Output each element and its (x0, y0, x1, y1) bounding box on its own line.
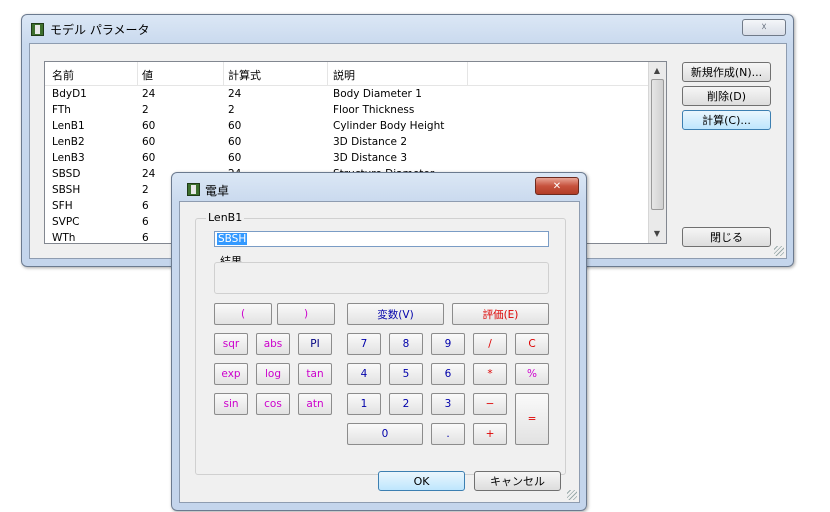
cell-name: WTh (52, 232, 76, 244)
cell-desc: Body Diameter 1 (333, 88, 422, 100)
cell-value: 6 (142, 232, 149, 244)
digit-2-button[interactable]: 2 (389, 393, 423, 415)
vertical-scrollbar[interactable]: ▲ ▼ (648, 62, 666, 243)
scroll-up-icon[interactable]: ▲ (649, 66, 665, 75)
cell-name: LenB1 (52, 120, 85, 132)
cell-name: FTh (52, 104, 71, 116)
cell-name: SVPC (52, 216, 80, 228)
cell-value: 60 (142, 152, 156, 164)
cell-value: 2 (142, 184, 149, 196)
cell-formula: 60 (228, 136, 242, 148)
decimal-point-button[interactable]: . (431, 423, 465, 445)
table-row[interactable]: LenB1 60 60 Cylinder Body Height (45, 119, 665, 135)
digit-5-button[interactable]: 5 (389, 363, 423, 385)
cell-value: 6 (142, 216, 149, 228)
variable-button[interactable]: 変数(V) (347, 303, 444, 325)
sqr-button[interactable]: sqr (214, 333, 248, 355)
new-button[interactable]: 新規作成(N)... (682, 62, 771, 82)
cell-value: 24 (142, 168, 156, 180)
digit-0-button[interactable]: 0 (347, 423, 423, 445)
column-header-value[interactable]: 値 (142, 67, 153, 83)
cell-name: SBSD (52, 168, 81, 180)
table-row[interactable]: BdyD1 24 24 Body Diameter 1 (45, 87, 665, 103)
divide-button[interactable]: / (473, 333, 507, 355)
cell-formula: 60 (228, 152, 242, 164)
cell-formula: 24 (228, 88, 242, 100)
log-button[interactable]: log (256, 363, 290, 385)
expression-text: SBSH (217, 233, 248, 245)
close-icon[interactable]: ✕ (535, 177, 579, 195)
multiply-button[interactable]: * (473, 363, 507, 385)
sin-button[interactable]: sin (214, 393, 248, 415)
app-icon (187, 183, 200, 196)
cell-desc: 3D Distance 3 (333, 152, 408, 164)
cell-value: 60 (142, 120, 156, 132)
expression-input[interactable]: SBSH (214, 231, 549, 247)
cell-name: BdyD1 (52, 88, 87, 100)
cell-name: LenB3 (52, 152, 85, 164)
table-row[interactable]: FTh 2 2 Floor Thickness (45, 103, 665, 119)
cos-button[interactable]: cos (256, 393, 290, 415)
cell-name: LenB2 (52, 136, 85, 148)
calculator-title: 電卓 (205, 184, 230, 198)
atn-button[interactable]: atn (298, 393, 332, 415)
calculator-client: LenB1 SBSH 結果 ( ) 変数(V) 評価(E) sqr abs PI… (179, 201, 580, 503)
resize-grip[interactable] (774, 246, 784, 256)
exp-button[interactable]: exp (214, 363, 248, 385)
equals-button[interactable]: = (515, 393, 549, 445)
scroll-down-icon[interactable]: ▼ (649, 229, 665, 238)
digit-8-button[interactable]: 8 (389, 333, 423, 355)
column-header-description[interactable]: 説明 (333, 67, 355, 83)
evaluate-button[interactable]: 評価(E) (452, 303, 549, 325)
cell-value: 6 (142, 200, 149, 212)
left-paren-button[interactable]: ( (214, 303, 272, 325)
digit-9-button[interactable]: 9 (431, 333, 465, 355)
app-icon (31, 23, 44, 36)
cell-name: SBSH (52, 184, 81, 196)
cell-name: SFH (52, 200, 73, 212)
result-display (214, 262, 549, 294)
ok-button[interactable]: OK (378, 471, 465, 491)
plus-button[interactable]: + (473, 423, 507, 445)
list-header: 名前 値 計算式 説明 (45, 62, 665, 86)
delete-button[interactable]: 削除(D) (682, 86, 771, 106)
cell-value: 2 (142, 104, 149, 116)
cell-desc: Cylinder Body Height (333, 120, 445, 132)
column-header-name[interactable]: 名前 (52, 67, 74, 83)
cancel-button[interactable]: キャンセル (474, 471, 561, 491)
pi-button[interactable]: PI (298, 333, 332, 355)
digit-1-button[interactable]: 1 (347, 393, 381, 415)
cell-formula: 2 (228, 104, 235, 116)
right-paren-button[interactable]: ) (277, 303, 335, 325)
cell-formula: 60 (228, 120, 242, 132)
calculator-window: 電卓 ✕ LenB1 SBSH 結果 ( ) 変数(V) 評価(E) sqr a… (171, 172, 587, 511)
digit-3-button[interactable]: 3 (431, 393, 465, 415)
resize-grip[interactable] (567, 490, 577, 500)
expression-group-label: LenB1 (206, 211, 245, 224)
column-header-formula[interactable]: 計算式 (228, 67, 261, 83)
abs-button[interactable]: abs (256, 333, 290, 355)
digit-6-button[interactable]: 6 (431, 363, 465, 385)
digit-4-button[interactable]: 4 (347, 363, 381, 385)
model-window-titlebar: モデル パラメータ ☓ (22, 15, 793, 43)
table-row[interactable]: LenB3 60 60 3D Distance 3 (45, 151, 665, 167)
model-window-title: モデル パラメータ (50, 23, 150, 37)
calculator-titlebar: 電卓 ✕ (172, 173, 586, 201)
cell-value: 24 (142, 88, 156, 100)
cell-desc: Floor Thickness (333, 104, 415, 116)
minus-button[interactable]: − (473, 393, 507, 415)
close-icon[interactable]: ☓ (742, 19, 786, 36)
cell-value: 60 (142, 136, 156, 148)
tan-button[interactable]: tan (298, 363, 332, 385)
scroll-thumb[interactable] (651, 79, 664, 210)
clear-button[interactable]: C (515, 333, 549, 355)
percent-button[interactable]: % (515, 363, 549, 385)
cell-desc: 3D Distance 2 (333, 136, 408, 148)
table-row[interactable]: LenB2 60 60 3D Distance 2 (45, 135, 665, 151)
close-button[interactable]: 閉じる (682, 227, 771, 247)
calculate-button[interactable]: 計算(C)... (682, 110, 771, 130)
digit-7-button[interactable]: 7 (347, 333, 381, 355)
